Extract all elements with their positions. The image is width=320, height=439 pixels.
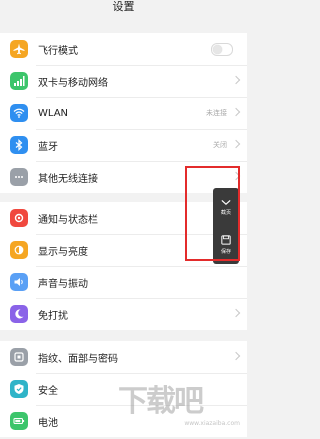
wifi-icon [10,104,28,122]
settings-item-label: 显示与亮度 [38,246,88,258]
settings-item-label: 指纹、面部与密码 [38,353,118,365]
bluetooth-icon [10,136,28,154]
battery-icon [10,412,28,430]
settings-item-label: 蓝牙 [38,141,58,153]
watermark-text: 下载吧 [118,384,204,419]
signal-icon [10,72,28,90]
settings-item-label: 其他无线连接 [38,173,98,185]
settings-item-fingerprint-face-password[interactable]: 指纹、面部与密码 [0,341,247,373]
sound-icon [10,273,28,291]
settings-item-label: 飞行模式 [38,45,78,57]
settings-item-label: 免打扰 [38,310,68,322]
settings-item-wlan[interactable]: WLAN 未连接 [0,97,247,129]
settings-item-dual-sim[interactable]: 双卡与移动网络 [0,65,247,97]
settings-item-label: 安全 [38,385,58,397]
bluetooth-status: 关闭 [213,141,227,149]
fingerprint-icon [10,348,28,366]
settings-item-bluetooth[interactable]: 蓝牙 关闭 [0,129,247,161]
settings-item-label: 通知与状态栏 [38,214,98,226]
settings-item-label: WLAN [38,107,69,119]
chevron-right-icon [231,75,241,85]
settings-item-do-not-disturb[interactable]: 免打扰 [0,298,247,330]
page-header: 设置 [0,0,247,26]
airplane-mode-toggle[interactable] [211,43,233,56]
chevron-right-icon [231,107,241,117]
chevron-right-icon [231,351,241,361]
chevron-right-icon [231,139,241,149]
page-title: 设置 [112,0,135,13]
settings-item-label: 电池 [38,417,58,429]
watermark-url: www.xiazaiba.com [184,420,240,427]
wlan-status: 未连接 [206,109,227,117]
more-dots-icon [10,168,28,186]
shield-icon [10,380,28,398]
annotation-highlight-box [185,166,240,261]
toggle-knob [213,45,222,54]
notification-icon [10,209,28,227]
settings-item-sound-vibration[interactable]: 声音与振动 [0,266,247,298]
airplane-icon [10,40,28,58]
moon-icon [10,305,28,323]
watermark-logo: 下载吧 www.xiazaiba.com [118,384,240,428]
brightness-icon [10,241,28,259]
settings-item-airplane-mode[interactable]: 飞行模式 [0,33,247,65]
settings-item-label: 声音与振动 [38,278,88,290]
chevron-right-icon [231,308,241,318]
settings-item-label: 双卡与移动网络 [38,77,108,89]
